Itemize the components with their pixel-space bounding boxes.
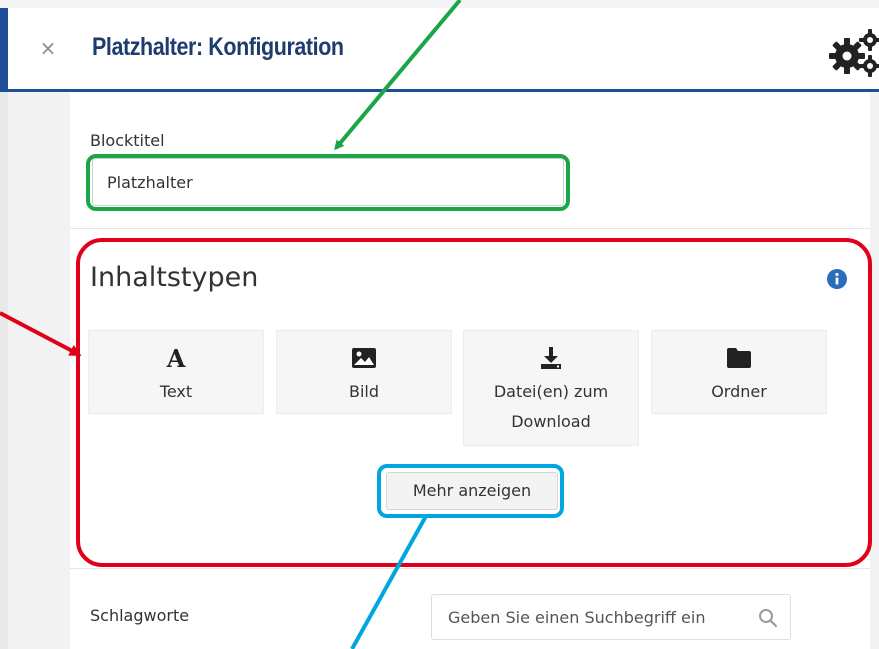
block-title-label: Blocktitel [90,131,165,150]
dialog-title: Platzhalter: Konfiguration [92,33,344,61]
divider [70,228,870,229]
block-title-input[interactable] [92,158,564,206]
content-type-text[interactable]: A Text [88,330,264,414]
divider [70,568,870,569]
image-icon [352,348,376,368]
content-type-folder[interactable]: Ordner [651,330,827,414]
download-icon [541,347,561,369]
keywords-search [431,594,791,640]
content-type-download[interactable]: Datei(en) zum Download [463,330,639,446]
search-icon[interactable] [758,608,778,628]
folder-icon [727,348,751,368]
content-type-label: Text [159,382,193,401]
content-type-label: Ordner [711,382,767,401]
gears-icon[interactable] [828,26,879,80]
top-strip [0,0,879,8]
content-type-image[interactable]: Bild [276,330,452,414]
content-type-label: Bild [348,382,380,401]
left-background [0,8,8,649]
close-button[interactable]: × [38,36,58,60]
dialog-header: × Platzhalter: Konfiguration [8,8,879,92]
svg-text:A: A [166,346,186,370]
left-accent [0,8,8,92]
keywords-search-input[interactable] [432,595,752,639]
info-icon[interactable] [826,268,848,290]
content-type-label: Datei(en) zum Download [493,382,609,431]
font-icon: A [166,346,186,370]
show-more-button[interactable]: Mehr anzeigen [386,472,558,510]
content-types-heading: Inhaltstypen [90,262,259,293]
keywords-label: Schlagworte [90,606,190,625]
